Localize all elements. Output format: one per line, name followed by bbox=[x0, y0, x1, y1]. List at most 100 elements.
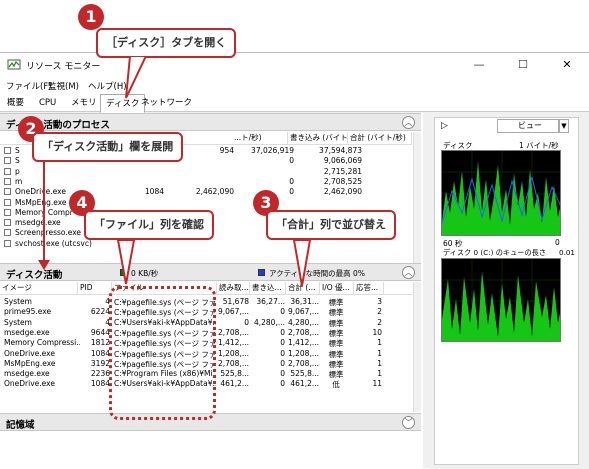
disk-pid: 1084 bbox=[90, 379, 110, 389]
disk-write: 0 bbox=[280, 327, 285, 337]
menu-monitor[interactable]: 監視(M) bbox=[48, 80, 79, 92]
disk-write: 0 bbox=[280, 379, 285, 389]
disk-image: Memory Compressi... bbox=[4, 338, 80, 348]
disk-write: 0 bbox=[280, 338, 285, 348]
col-header-read[interactable]: 読み取... bbox=[217, 282, 250, 295]
storage-section-title: 記憶域 bbox=[6, 420, 35, 431]
row-checkbox[interactable] bbox=[4, 208, 11, 216]
tab-overview[interactable]: 概要 bbox=[2, 96, 29, 112]
tab-cpu[interactable]: CPU bbox=[34, 96, 61, 112]
disk-read: 51,678 bbox=[222, 297, 249, 306]
disk-response: 1 bbox=[377, 369, 382, 379]
dropdown-arrow-icon[interactable]: ▼ bbox=[559, 119, 569, 133]
disk-read: 461,2... bbox=[220, 379, 249, 389]
maximize-button[interactable]: ☐ bbox=[501, 53, 545, 77]
row-checkbox[interactable] bbox=[4, 219, 11, 227]
disk-image: OneDrive.exe bbox=[4, 348, 55, 358]
menu-file[interactable]: ファイル(F) bbox=[6, 80, 52, 92]
disk-total: 36,31... bbox=[290, 297, 319, 306]
disk-pid: 9644 bbox=[90, 327, 110, 337]
disk-pid: 4 bbox=[105, 297, 110, 306]
disk-total: 525,8... bbox=[290, 369, 319, 379]
view-dropdown[interactable]: ビュー bbox=[497, 119, 559, 133]
process-total: 2,462,090 bbox=[323, 187, 362, 197]
callout-3-pointer bbox=[292, 240, 312, 287]
expand-icon[interactable]: ▷ bbox=[441, 121, 448, 131]
chevron-up-icon[interactable]: ︿ bbox=[402, 266, 415, 279]
disk-read: 2,708,... bbox=[217, 358, 249, 368]
disk-write: 0 bbox=[280, 358, 285, 368]
disk-read: 1,208,... bbox=[217, 348, 249, 358]
process-write: 0 bbox=[289, 156, 294, 166]
disk-response: 1 bbox=[377, 338, 382, 348]
process-row[interactable]: m 0 2,708,525 bbox=[4, 177, 412, 187]
callout-4-pointer bbox=[116, 240, 136, 285]
tab-bar: 概要 CPU メモリ ディスク ネットワーク bbox=[0, 94, 589, 113]
col-header-image[interactable]: イメージ bbox=[0, 282, 78, 295]
queue-graph-label: ディスク 0 (C:) のキューの長さ bbox=[443, 248, 547, 257]
process-pid: 1084 bbox=[144, 187, 164, 197]
col-header-pid[interactable]: PID bbox=[78, 282, 112, 295]
row-checkbox[interactable] bbox=[4, 157, 11, 165]
disk-image: msedge.exe bbox=[4, 327, 50, 337]
process-total: 9,066,069 bbox=[323, 156, 362, 166]
graph-pane: ▷ ビュー ▼ ディスク 1 バイト/秒 60 秒 0 ディスク 0 (C:) … bbox=[434, 117, 579, 465]
process-row[interactable]: OneDrive.exe 1084 2,462,090 0 2,462,090 bbox=[4, 187, 412, 197]
process-row[interactable]: svchost.exe (utcsvc) bbox=[4, 239, 412, 249]
process-section-header[interactable]: ディスク活動のプロセス ︿ bbox=[0, 113, 421, 131]
row-checkbox[interactable] bbox=[4, 177, 11, 185]
disk-read: 0 bbox=[244, 317, 249, 327]
process-scrollbar[interactable] bbox=[413, 132, 421, 263]
tab-memory[interactable]: メモリ bbox=[66, 96, 102, 112]
chevron-down-icon[interactable]: ﹀ bbox=[402, 416, 415, 429]
process-row[interactable]: MsMpEng.exe bbox=[4, 198, 412, 208]
close-button[interactable]: ✕ bbox=[545, 53, 589, 77]
disk-scrollbar[interactable] bbox=[413, 282, 421, 412]
disk-response: 2 bbox=[377, 307, 382, 317]
col-header-write[interactable]: 書き込... bbox=[250, 282, 286, 295]
row-checkbox[interactable] bbox=[4, 229, 11, 237]
callout-1-number: 1 bbox=[78, 4, 104, 30]
resource-monitor-icon bbox=[7, 59, 21, 70]
minimize-button[interactable]: — bbox=[457, 53, 501, 77]
disk-write: 4,280,... bbox=[253, 317, 285, 327]
disk-pid: 6224 bbox=[90, 307, 110, 317]
row-checkbox[interactable] bbox=[4, 167, 11, 175]
disk-image: OneDrive.exe bbox=[4, 379, 55, 389]
row-checkbox[interactable] bbox=[4, 239, 11, 247]
disk-pid: 3192 bbox=[90, 358, 110, 368]
disk-write: 0 bbox=[280, 307, 285, 317]
right-panel: ▷ ビュー ▼ ディスク 1 バイト/秒 60 秒 0 ディスク 0 (C:) … bbox=[430, 113, 589, 469]
process-total: 37,594,873 bbox=[319, 146, 362, 155]
process-row[interactable]: p 2,715,281 bbox=[4, 167, 412, 177]
menu-bar: ファイル(F) 監視(M) ヘルプ(H) bbox=[0, 77, 589, 94]
disk-section-header[interactable]: ディスク活動 0 KB/秒 アクティブな時間の最高 0% ︿ bbox=[0, 263, 421, 281]
disk-read: 9,067,... bbox=[217, 307, 249, 317]
process-write: 37,026,919 bbox=[251, 146, 294, 155]
col-header-io-priority[interactable]: I/O 優... bbox=[320, 282, 354, 295]
callout-4-text: 「ファイル」列を確認 bbox=[84, 210, 214, 240]
disk-response: 10 bbox=[372, 327, 382, 337]
window-title: リソース モニター bbox=[26, 62, 101, 72]
callout-2-text: 「ディスク活動」欄を展開 bbox=[32, 132, 184, 162]
time-axis-right: 0 bbox=[555, 238, 560, 247]
disk-response: 1 bbox=[377, 358, 382, 368]
disk-read: 1,412,... bbox=[217, 338, 249, 348]
disk-graph-plot bbox=[442, 151, 560, 235]
disk-read: 2,708,... bbox=[217, 327, 249, 337]
active-time-legend-swatch bbox=[258, 269, 265, 276]
queue-length-area bbox=[442, 271, 560, 341]
chevron-up-icon[interactable]: ︿ bbox=[402, 116, 415, 129]
row-checkbox[interactable] bbox=[4, 147, 11, 154]
col-header-read[interactable]: ...ト/秒) bbox=[232, 132, 288, 145]
title-bar: リソース モニター — ☐ ✕ bbox=[0, 53, 589, 77]
disk-total: 2,708,... bbox=[287, 327, 319, 337]
callout-1-pointer bbox=[125, 56, 148, 99]
row-checkbox[interactable] bbox=[4, 198, 11, 206]
col-header-response[interactable]: 応答... bbox=[354, 282, 384, 295]
disk-response: 11 bbox=[372, 379, 382, 389]
row-checkbox[interactable] bbox=[4, 188, 11, 196]
disk-total: 461,2... bbox=[290, 379, 319, 389]
col-header-write[interactable]: 書き込み (バイト/... bbox=[288, 132, 348, 145]
col-header-total[interactable]: 合計 (バイト/秒) bbox=[348, 132, 412, 145]
